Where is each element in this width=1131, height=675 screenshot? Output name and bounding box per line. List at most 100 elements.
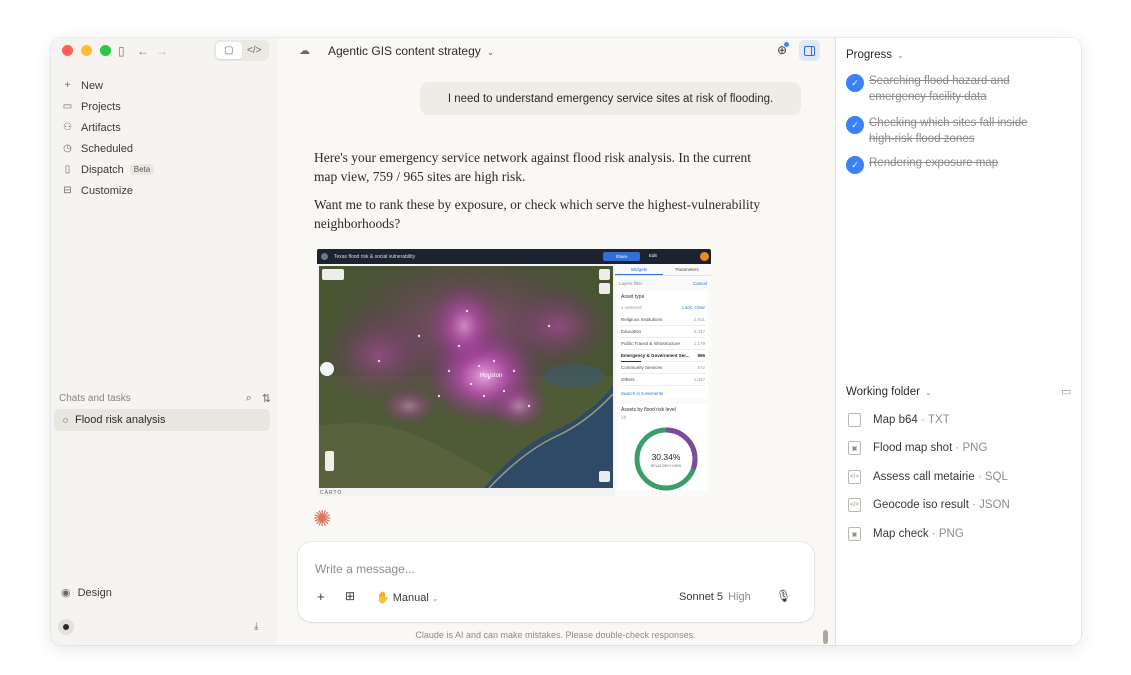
globe-icon[interactable]: ⊕ [777,42,790,57]
page-title: Agentic GIS content strategy [328,44,481,58]
map-title: Texas flood risk & social vulnerability [334,253,416,260]
back-arrow-icon[interactable]: ← [137,44,149,58]
assistant-response: Here's your emergency service network ag… [314,148,764,242]
sidebar-toggle-icon[interactable]: ▯ [118,44,125,58]
progress-step-text: Checking which sites fall inside high-ri… [869,117,1028,145]
file-item[interactable]: </> Assess call metairie · SQL [848,470,1008,484]
file-item[interactable]: ▣ Map check · PNG [848,527,964,541]
widgets-panel: Widgets Parameters Layers filter Cancel … [615,264,711,496]
user-message-text: I need to understand emergency service s… [447,92,774,105]
chevron-down-icon: ⌄ [924,388,932,397]
progress-step: ✓ Searching flood hazard and emergency f… [846,73,1046,105]
microphone-icon[interactable]: 🎙︎ [776,589,791,603]
cloud-off-icon[interactable]: ☁ [299,44,310,57]
model-select[interactable]: Sonnet 5 High [679,591,751,603]
model-label: Sonnet 5 [679,591,724,603]
text-file-icon [848,413,861,427]
share-button: Share [603,252,640,261]
check-icon: ✓ [846,116,864,134]
file-name: Assess call metairie [873,471,975,483]
window-controls [62,45,111,56]
chats-header: Chats and tasks ⌕ ⇅ [59,392,271,405]
close-window-button[interactable] [62,45,73,56]
artifacts-icon: ⚇ [63,122,72,133]
asset-type-widget: Asset type 1 selected Lock Clear Religio… [618,291,708,399]
sidebar-item-label: Customize [81,184,133,197]
asset-row: Public Transit & Infrastructure 1,179 [621,338,705,350]
chevron-down-icon: ⌄ [431,594,439,603]
asset-row: Education 2,447 [621,326,705,338]
file-type: PNG [938,528,964,540]
working-folder-header[interactable]: Working folder ⌄ [846,386,932,398]
plus-icon: + [64,80,71,91]
sidebar-item-new[interactable]: + New [59,75,269,96]
chevron-down-icon: ⌄ [897,51,904,60]
download-icon[interactable]: ⤓ [254,621,258,632]
selected-count: 1 selected [621,305,642,310]
status-dot-icon [63,417,68,423]
sidebar-item-label: Dispatch [81,163,124,176]
code-file-icon: </> [848,470,861,484]
sidebar-item-dispatch[interactable]: ▯ Dispatch Beta [59,159,269,180]
tab-parameters: Parameters [675,267,699,272]
progress-step: ✓ Rendering exposure map [846,155,1046,174]
sidebar-item-projects[interactable]: ▭ Projects [59,96,269,117]
add-icon[interactable]: + [317,589,325,604]
folder-icon[interactable]: ▭ [1061,385,1071,398]
palette-icon: ◉ [61,587,71,599]
filter-icon[interactable]: ⇅ [262,392,271,405]
minimize-window-button[interactable] [81,45,92,56]
main-area: ☁ Agentic GIS content strategy ⌄ ⊕ I need… [277,38,834,645]
flood-risk-widget: Assets by flood risk level All 30.34% RE… [618,404,708,491]
sidebar-item-label: Scheduled [81,142,133,155]
design-button[interactable]: ◉ Design [61,586,112,600]
progress-header[interactable]: Progress ⌄ [846,49,904,61]
briefcase-icon: ⊟ [63,185,72,196]
flood-risk-map: Houston [319,266,613,488]
code-file-icon: </> [848,498,861,512]
maximize-window-button[interactable] [100,45,111,56]
folder-upload-icon[interactable]: ⊞ [345,589,355,603]
sidebar-item-customize[interactable]: ⊟ Customize [59,180,269,201]
file-name: Map check [873,528,929,540]
message-input[interactable]: Write a message... [315,562,415,576]
user-avatar-icon [700,252,709,261]
flood-risk-heading: Assets by flood risk level [621,407,676,413]
conversation-title[interactable]: Agentic GIS content strategy ⌄ [328,44,494,58]
mode-select[interactable]: ✋ Manual ⌄ [376,591,439,604]
asset-row: Religious Institutions 2,921 [621,314,705,326]
file-item[interactable]: </> Geocode iso result · JSON [848,498,1010,512]
sidebar-item-label: Artifacts [81,121,121,134]
search-icon[interactable]: ⌕ [246,392,252,405]
file-item[interactable]: Map b64 · TXT [848,413,950,427]
avatar[interactable] [58,619,74,635]
panel-icon [804,45,815,56]
toggle-panel-button[interactable] [799,40,820,61]
sidebar-item-artifacts[interactable]: ⚇ Artifacts [59,117,269,138]
check-icon: ✓ [846,74,864,92]
clear-link: Clear [694,305,705,310]
folder-icon: ▭ [62,101,73,112]
flood-risk-donut: 30.34% RELATIVELY HIGH [634,427,698,491]
asset-row: Others 1,047 [621,374,705,386]
chat-item-flood-risk[interactable]: Flood risk analysis [54,409,270,431]
chat-mode-icon[interactable]: ▢ [216,42,242,59]
sidebar-nav: + New ▭ Projects ⚇ Artifacts ◷ Scheduled… [59,75,269,201]
topbar: ☁ Agentic GIS content strategy ⌄ ⊕ [277,38,834,64]
design-label: Design [77,586,112,599]
sidebar-item-scheduled[interactable]: ◷ Scheduled [59,138,269,159]
file-type: SQL [984,471,1008,483]
chevron-down-icon: ⌄ [486,47,495,57]
sidebar-item-label: Projects [81,100,121,113]
code-mode-icon[interactable]: </> [242,42,268,59]
progress-step-text: Searching flood hazard and emergency fac… [869,75,1010,103]
map-screenshot[interactable]: Texas flood risk & social vulnerability … [317,249,711,496]
file-item[interactable]: ▣ Flood map shot · PNG [848,441,987,455]
dispatch-icon: ▯ [64,164,71,175]
carto-logo: CARTO [320,490,343,496]
forward-arrow-icon[interactable]: → [156,44,168,58]
scrollbar[interactable] [823,630,828,644]
file-name: Geocode iso result [873,499,969,511]
progress-step-text: Rendering exposure map [869,157,999,169]
all-label: All [621,415,627,420]
